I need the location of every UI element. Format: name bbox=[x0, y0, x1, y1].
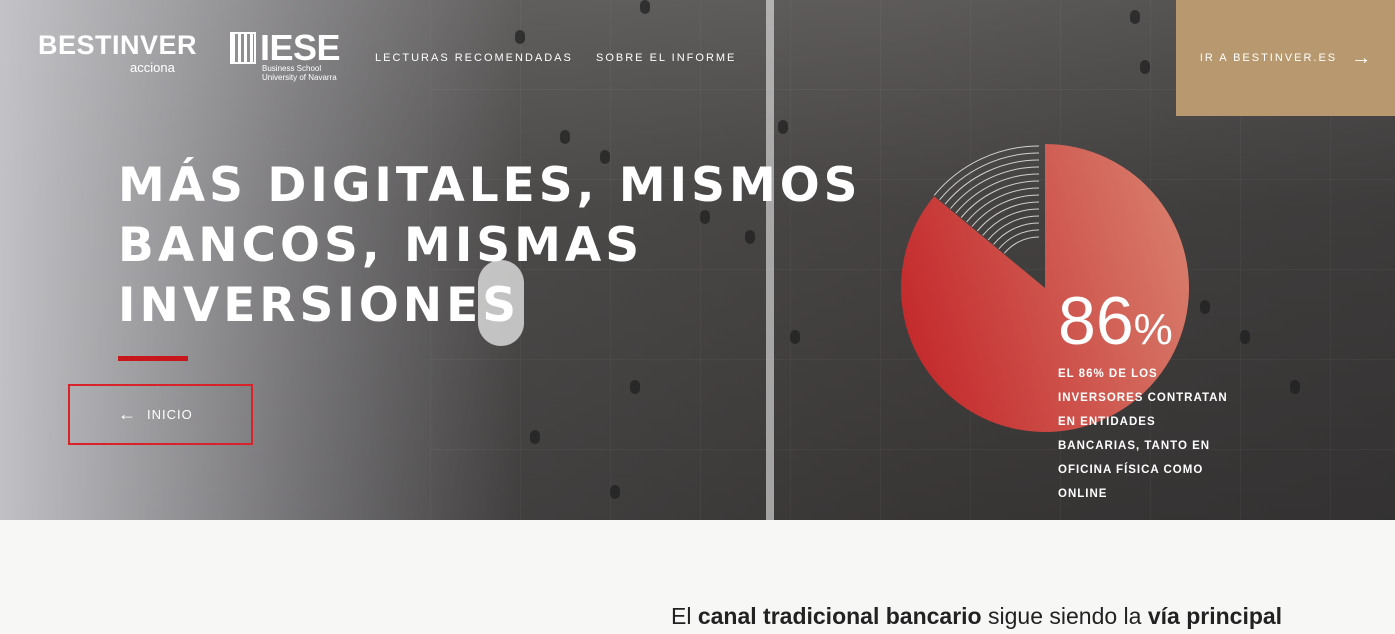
bestinver-logo[interactable]: BESTINVER acciona bbox=[38, 30, 198, 75]
cta-label: IR A BESTINVER.ES bbox=[1199, 52, 1338, 64]
accent-bar bbox=[118, 356, 188, 361]
iese-logo-line2: University of Navarra bbox=[262, 73, 337, 82]
intro-text: El bbox=[671, 603, 698, 629]
page-title-line: MÁS DIGITALES, MISMOS bbox=[118, 158, 862, 213]
iese-logo-text: IESE bbox=[260, 27, 341, 68]
stat-description: EL 86% DE LOS INVERSORES CONTRATAN EN EN… bbox=[1058, 368, 1228, 500]
iese-logo[interactable]: IESE Business School University of Navar… bbox=[230, 27, 341, 82]
nav-lecturas-recomendadas[interactable]: LECTURAS RECOMENDADAS bbox=[375, 52, 573, 64]
arrow-left-icon: ← bbox=[118, 404, 137, 424]
acciona-logo-text: acciona bbox=[130, 60, 175, 75]
stat-pie-arc bbox=[950, 166, 1040, 210]
iese-shield-icon bbox=[230, 32, 256, 64]
arrow-right-icon: → bbox=[1351, 46, 1372, 69]
stat-pie-arc bbox=[955, 173, 1040, 214]
inicio-back-button[interactable]: ← INICIO bbox=[68, 384, 253, 445]
page-title-line: INVERSIONES bbox=[118, 278, 521, 333]
stat-value: 86% bbox=[1058, 282, 1173, 360]
stat-unit: % bbox=[1133, 305, 1173, 354]
nav-sobre-el-informe[interactable]: SOBRE EL INFORME bbox=[596, 52, 736, 64]
intro-emphasis: vía principal bbox=[1147, 603, 1283, 629]
intro-emphasis: canal tradicional bancario bbox=[697, 603, 982, 629]
bestinver-logo-text: BESTINVER bbox=[38, 30, 198, 60]
page-title: MÁS DIGITALES, MISMOS BANCOS, MISMAS INV… bbox=[118, 156, 862, 336]
stat-pie-arc bbox=[939, 152, 1040, 201]
page-title-line: BANCOS, MISMAS bbox=[118, 218, 644, 273]
stat-pie-arc bbox=[993, 222, 1040, 245]
stat-number: 86 bbox=[1058, 283, 1134, 359]
intro-text: sigue siendo la bbox=[981, 603, 1148, 629]
stat-pie-arc bbox=[971, 194, 1040, 227]
ir-a-bestinver-button[interactable]: IR A BESTINVER.ES → bbox=[1176, 0, 1395, 116]
stat-pie-arc bbox=[998, 229, 1040, 250]
inicio-label: INICIO bbox=[147, 407, 193, 422]
intro-paragraph: El canal tradicional bancario sigue sien… bbox=[671, 603, 1282, 630]
